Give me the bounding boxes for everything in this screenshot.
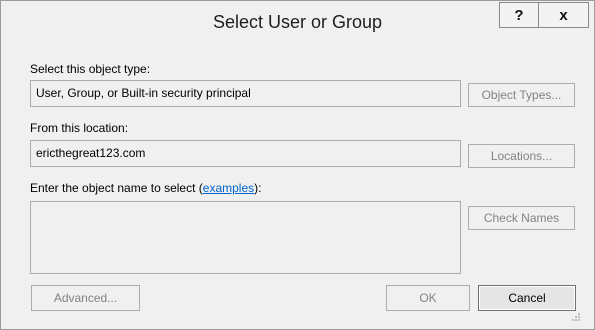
- object-name-label: Enter the object name to select (example…: [30, 181, 261, 195]
- ok-button[interactable]: OK: [386, 285, 470, 311]
- cancel-button[interactable]: Cancel: [478, 285, 576, 311]
- object-name-input[interactable]: [30, 201, 461, 274]
- select-user-or-group-dialog: Select User or Group ? x Select this obj…: [0, 0, 595, 330]
- object-name-label-suffix: ):: [254, 181, 262, 195]
- close-icon: x: [559, 6, 568, 24]
- help-button[interactable]: ?: [499, 2, 539, 28]
- check-names-button[interactable]: Check Names: [468, 206, 575, 230]
- object-type-field: User, Group, or Built-in security princi…: [30, 80, 461, 107]
- close-button[interactable]: x: [538, 2, 589, 28]
- title-bar[interactable]: Select User or Group ? x: [1, 1, 594, 43]
- dialog-body: Select this object type: User, Group, or…: [8, 44, 583, 324]
- location-field: ericthegreat123.com: [30, 140, 461, 167]
- advanced-button[interactable]: Advanced...: [31, 285, 140, 311]
- resize-grip-icon[interactable]: [570, 311, 580, 321]
- location-label: From this location:: [30, 121, 129, 135]
- locations-button[interactable]: Locations...: [468, 144, 575, 168]
- object-type-label: Select this object type:: [30, 62, 151, 76]
- object-types-button[interactable]: Object Types...: [468, 83, 575, 107]
- examples-link[interactable]: examples: [203, 181, 254, 195]
- help-icon: ?: [514, 6, 524, 24]
- object-name-label-prefix: Enter the object name to select (: [30, 181, 203, 195]
